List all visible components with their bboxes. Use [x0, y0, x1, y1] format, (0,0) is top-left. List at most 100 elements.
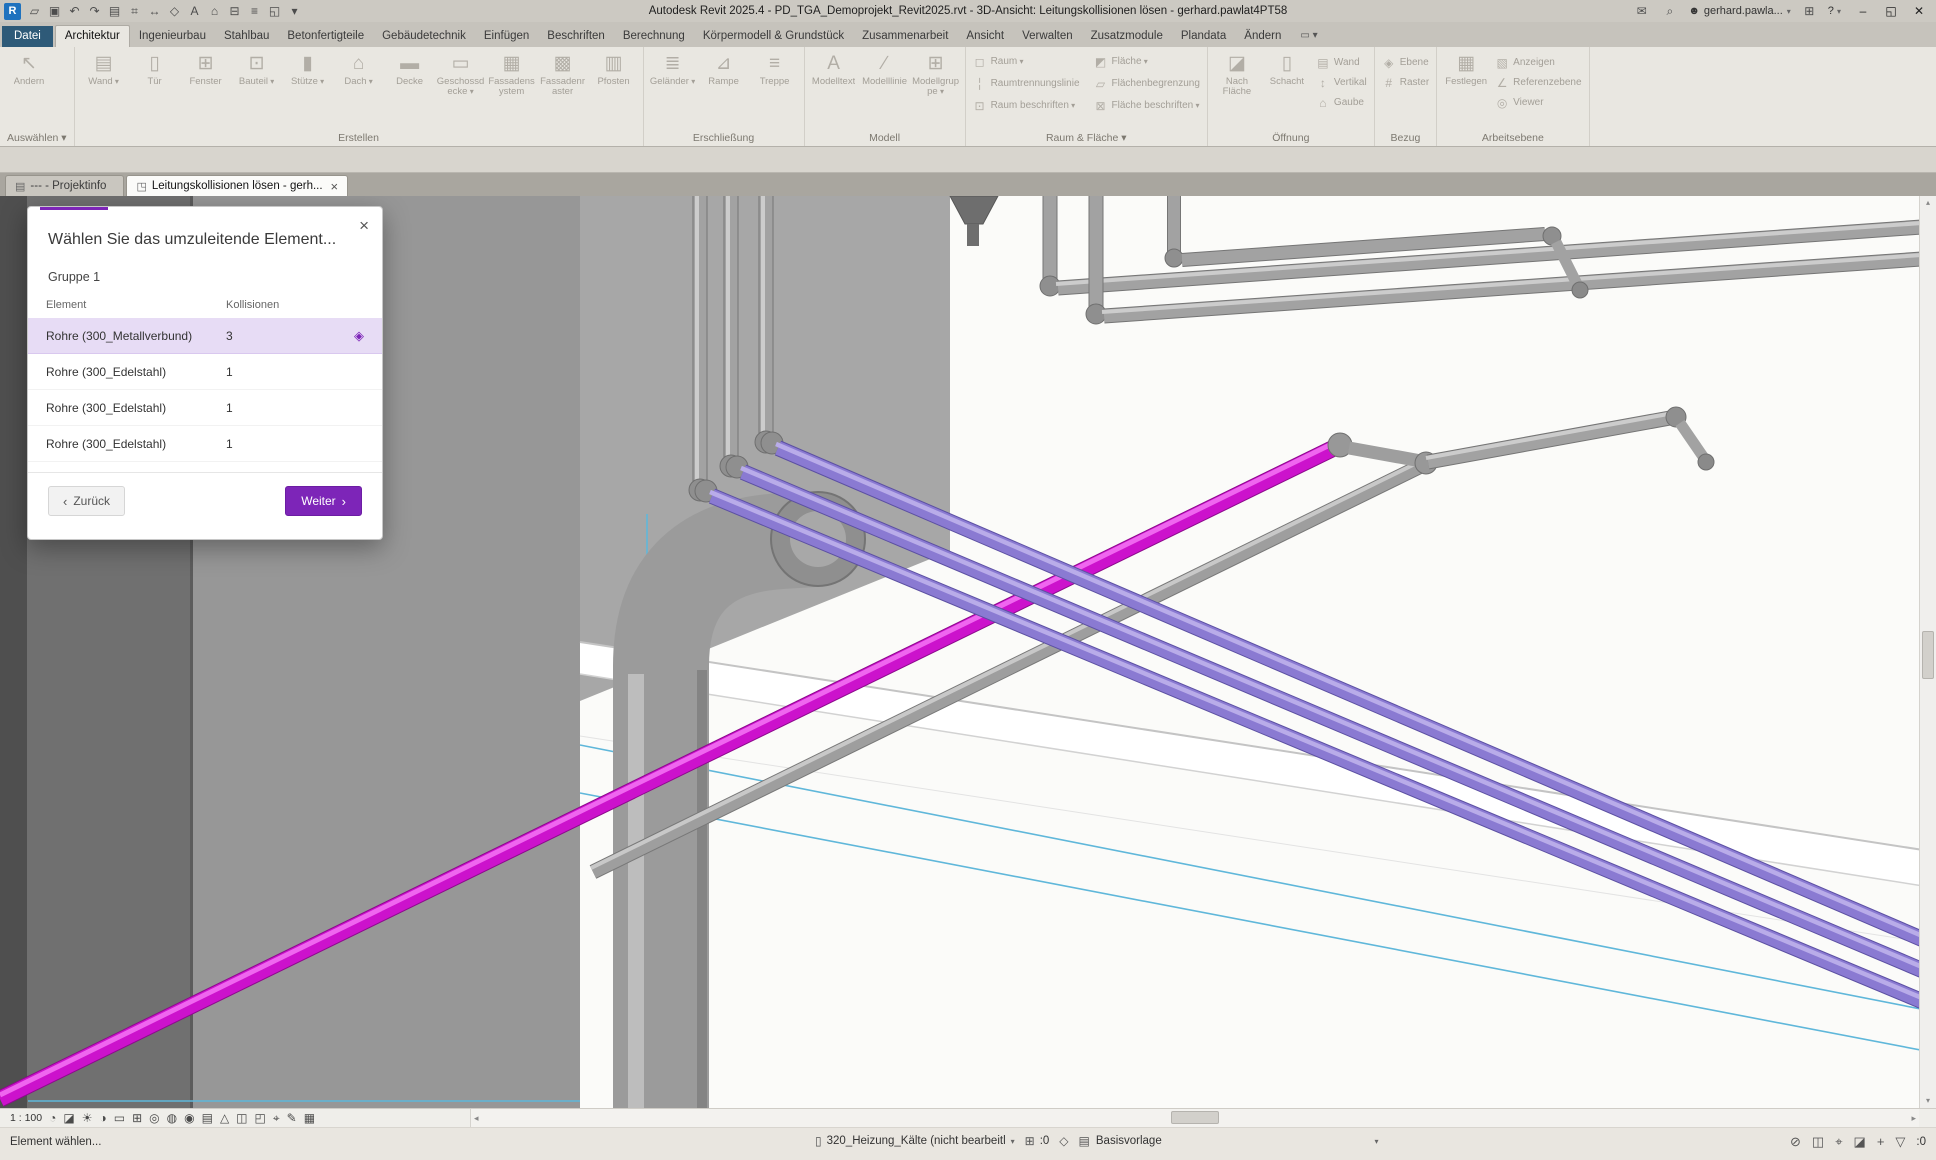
- ribbon-button[interactable]: ▱ Flächenbegrenzung: [1091, 75, 1203, 92]
- ribbon-tab[interactable]: Beschriften: [538, 26, 614, 47]
- ribbon-button[interactable]: ⊡ Raum beschriften ▾: [970, 97, 1083, 114]
- view-control-icon[interactable]: ▤: [202, 1111, 213, 1126]
- ribbon-button[interactable]: ◩ Fläche ▾: [1091, 53, 1203, 70]
- horizontal-scrollbar[interactable]: ◂ ▸: [470, 1109, 1919, 1127]
- qat-icon[interactable]: ⌂: [205, 2, 224, 20]
- ribbon-button[interactable]: ⊡ Bauteil ▾: [232, 49, 282, 87]
- ribbon-tab[interactable]: Architektur: [54, 25, 130, 47]
- restore-button[interactable]: ◱: [1878, 4, 1904, 18]
- view-control-icon[interactable]: ◰: [255, 1111, 266, 1126]
- scroll-down-icon[interactable]: ▾: [1920, 1094, 1936, 1108]
- ribbon-button[interactable]: ⌂ Dach ▾: [334, 49, 384, 87]
- ribbon-tab[interactable]: Ingenieurbau: [130, 26, 215, 47]
- ribbon-button[interactable]: ⊞ Fenster: [181, 49, 231, 87]
- design-option-selector[interactable]: ▯ 320_Heizung_Kälte (nicht bearbeitl ▾: [815, 1134, 1015, 1148]
- ribbon-tab[interactable]: Zusammenarbeit: [853, 26, 957, 47]
- qat-icon[interactable]: ↷: [85, 2, 104, 20]
- view-template-selector[interactable]: ▤ Basisvorlage ▾: [1079, 1134, 1379, 1148]
- qat-icon[interactable]: ◱: [265, 2, 284, 20]
- minimize-button[interactable]: –: [1850, 4, 1876, 18]
- scroll-left-icon[interactable]: ◂: [474, 1109, 479, 1127]
- ribbon-tab[interactable]: Zusatzmodule: [1082, 26, 1172, 47]
- element-row[interactable]: Rohre (300_Edelstahl) 1: [28, 390, 382, 426]
- festlegen-button[interactable]: ▦ Festlegen: [1441, 49, 1491, 87]
- ribbon-tab[interactable]: Körpermodell & Grundstück: [694, 26, 853, 47]
- panel-label-raumflaeche[interactable]: Raum & Fläche ▾: [969, 131, 1204, 146]
- view-control-icon[interactable]: ⌖: [273, 1111, 280, 1126]
- ribbon-button[interactable]: ⌂ Gaube: [1313, 94, 1370, 111]
- view-control-icon[interactable]: ◑: [99, 1111, 106, 1126]
- ribbon-tab[interactable]: Berechnung: [614, 26, 694, 47]
- help-menu[interactable]: ? ▾: [1828, 5, 1841, 17]
- ribbon-button[interactable]: ≡ Treppe: [750, 49, 800, 87]
- ribbon-button[interactable]: A Modelltext: [809, 49, 859, 87]
- qat-icon[interactable]: ◇: [165, 2, 184, 20]
- ribbon-display-toggle[interactable]: ▭ ▾: [1300, 30, 1317, 47]
- ribbon-tab[interactable]: Verwalten: [1013, 26, 1082, 47]
- qat-icon[interactable]: ▣: [45, 2, 64, 20]
- next-button[interactable]: Weiter ›: [285, 486, 362, 516]
- ribbon-button[interactable]: ▦ Fassadensystem: [487, 49, 537, 98]
- ribbon-tab[interactable]: Betonfertigteile: [278, 26, 373, 47]
- ribbon-button[interactable]: ▮ Stütze ▾: [283, 49, 333, 87]
- selection-option-icon[interactable]: ⊘: [1790, 1134, 1801, 1150]
- ribbon-button[interactable]: ▯ Schacht: [1262, 49, 1312, 98]
- selection-option-icon[interactable]: ⌖: [1835, 1134, 1842, 1150]
- ribbon-button[interactable]: ▤ Wand: [1313, 54, 1370, 71]
- view-control-icon[interactable]: ◪: [63, 1111, 74, 1126]
- ribbon-button[interactable]: ≣ Geländer ▾: [648, 49, 698, 87]
- view-tab[interactable]: ▤ --- - Projektinfo: [5, 175, 125, 196]
- scroll-up-icon[interactable]: ▴: [1920, 196, 1936, 210]
- ribbon-button[interactable]: # Raster: [1379, 74, 1432, 91]
- close-button[interactable]: ✕: [1906, 4, 1932, 18]
- view-scale[interactable]: 1 : 100: [10, 1112, 42, 1124]
- drawing-area[interactable]: × Wählen Sie das umzuleitende Element...…: [0, 196, 1936, 1108]
- panel-label-auswaehlen[interactable]: Auswählen ▾: [3, 131, 71, 146]
- qat-icon[interactable]: ▤: [105, 2, 124, 20]
- qat-icon[interactable]: ▱: [25, 2, 44, 20]
- ribbon-button[interactable]: ▥ Pfosten: [589, 49, 639, 87]
- element-row[interactable]: Rohre (300_Edelstahl) 1: [28, 426, 382, 462]
- ribbon-button[interactable]: ◻ Raum ▾: [970, 53, 1083, 70]
- search-icon[interactable]: ⌕: [1660, 2, 1679, 20]
- view-control-icon[interactable]: ◍: [167, 1111, 177, 1126]
- ribbon-button[interactable]: ▭ Geschossdecke ▾: [436, 49, 486, 98]
- ribbon-tab[interactable]: Plandata: [1172, 26, 1235, 47]
- qat-icon[interactable]: A: [185, 2, 204, 20]
- notifications-icon[interactable]: ✉: [1632, 2, 1651, 20]
- back-button[interactable]: ‹ Zurück: [48, 486, 126, 516]
- view-control-icon[interactable]: ◫: [236, 1111, 247, 1126]
- view-control-icon[interactable]: ◔: [49, 1111, 56, 1126]
- view-control-icon[interactable]: ◉: [184, 1111, 194, 1126]
- view-control-icon[interactable]: ⊞: [132, 1111, 142, 1126]
- editable-only-toggle[interactable]: ⊞ :0: [1025, 1134, 1050, 1148]
- view-control-icon[interactable]: ▭: [114, 1111, 125, 1126]
- vertical-scroll-thumb[interactable]: [1922, 631, 1934, 679]
- ribbon-button[interactable]: ∠ Referenzebene: [1492, 74, 1584, 91]
- ribbon-tab[interactable]: Stahlbau: [215, 26, 278, 47]
- qat-icon[interactable]: ▾: [285, 2, 304, 20]
- ribbon-tab[interactable]: Gebäudetechnik: [373, 26, 475, 47]
- view-control-icon[interactable]: △: [220, 1111, 229, 1126]
- ribbon-button[interactable]: ◈ Ebene: [1379, 54, 1432, 71]
- qat-icon[interactable]: ⌗: [125, 2, 144, 20]
- ribbon-button[interactable]: ╎ Raumtrennungslinie: [970, 75, 1083, 92]
- selection-option-icon[interactable]: ◪: [1854, 1134, 1866, 1150]
- ribbon-button[interactable]: ◎ Viewer: [1492, 94, 1584, 111]
- qat-icon[interactable]: ≡: [245, 2, 264, 20]
- ribbon-tab[interactable]: Ändern: [1235, 26, 1290, 47]
- ribbon-button[interactable]: ∕ Modelllinie: [860, 49, 910, 87]
- view-control-icon[interactable]: ✎: [287, 1111, 297, 1126]
- qat-icon[interactable]: ↶: [65, 2, 84, 20]
- ribbon-button[interactable]: ⊞ Modellgruppe ▾: [911, 49, 961, 98]
- modify-button[interactable]: ↖ Ändern: [4, 49, 54, 87]
- view-control-icon[interactable]: ▦: [304, 1111, 315, 1126]
- app-store-icon[interactable]: ⊞: [1800, 2, 1819, 20]
- ribbon-button[interactable]: ⊠ Fläche beschriften ▾: [1091, 97, 1203, 114]
- ribbon-button[interactable]: ▬ Decke: [385, 49, 435, 87]
- ribbon-tab[interactable]: Datei: [2, 26, 53, 47]
- close-dialog-icon[interactable]: ×: [359, 217, 369, 234]
- horizontal-scroll-thumb[interactable]: [1171, 1111, 1219, 1124]
- element-row[interactable]: Rohre (300_Metallverbund) 3 ◈: [28, 318, 382, 354]
- element-row[interactable]: Rohre (300_Edelstahl) 1: [28, 354, 382, 390]
